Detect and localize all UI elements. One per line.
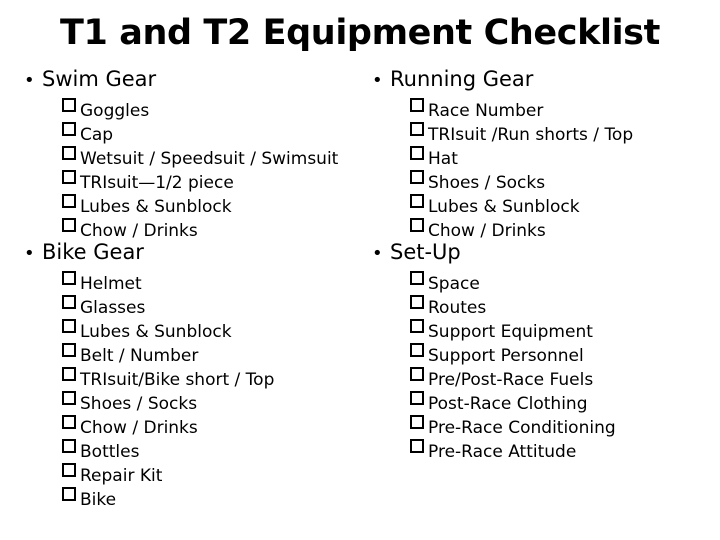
checkbox-icon[interactable] [410, 289, 426, 313]
checklist-item-label: Pre-Race Conditioning [428, 418, 616, 438]
checklist-item[interactable]: Repair Kit [18, 457, 358, 486]
checklist-item[interactable]: Support Equipment [366, 313, 716, 342]
checkbox-icon[interactable] [62, 481, 78, 505]
checkbox-icon[interactable] [410, 361, 426, 385]
checklist-item-label: Bike [80, 490, 117, 510]
checklist-item[interactable]: Race Number [366, 92, 716, 121]
checklist-item[interactable]: Lubes & Sunblock [18, 313, 358, 342]
checkbox-icon[interactable] [410, 92, 426, 116]
checklist-item-label: Cap [80, 125, 114, 145]
checkbox-icon[interactable] [410, 385, 426, 409]
checklist-item-label: Support Equipment [428, 322, 593, 342]
checklist: Space Routes Support Equipment Support Pers… [366, 265, 716, 462]
checklist-item-label: Pre/Post-Race Fuels [428, 370, 594, 390]
bullet-icon: • [24, 243, 35, 264]
checkbox-icon[interactable] [410, 337, 426, 361]
checklist-item[interactable]: Bike [18, 481, 358, 510]
checklist-item[interactable]: Helmet [18, 265, 358, 294]
checklist-item-label: Lubes & Sunblock [80, 322, 232, 342]
checklist-item-label: TRIsuit /Run shorts / Top [428, 125, 634, 145]
checkbox-icon[interactable] [410, 313, 426, 337]
section: • Running Gear Race Number TRIsuit /Run sho… [366, 66, 716, 241]
checklist-item[interactable]: Cap [18, 116, 358, 145]
section-heading: • Running Gear [366, 66, 716, 92]
checklist-item[interactable]: Routes [366, 289, 716, 318]
section: • Bike Gear Helmet Glasses Lubes & Sunblock B… [18, 239, 358, 510]
checklist-item-label: TRIsuit—1/2 piece [80, 173, 234, 193]
section-heading-label: Swim Gear [42, 67, 157, 91]
checkbox-icon[interactable] [410, 433, 426, 457]
checklist-item[interactable]: Shoes / Socks [366, 164, 716, 193]
checkbox-icon[interactable] [410, 188, 426, 212]
checklist-item[interactable]: Goggles [18, 92, 358, 121]
checklist-item-label: Shoes / Socks [80, 394, 198, 414]
checklist-item-label: Support Personnel [428, 346, 584, 366]
section: • Swim Gear Goggles Cap Wetsuit / Speedsuit … [18, 66, 358, 241]
checklist-item-label: Bottles [80, 442, 140, 462]
checklist-item-label: TRIsuit/Bike short / Top [80, 370, 275, 390]
checklist-item-label: Routes [428, 298, 487, 318]
checkbox-icon[interactable] [62, 361, 78, 385]
checkbox-icon[interactable] [62, 116, 78, 140]
checkbox-icon[interactable] [62, 337, 78, 361]
checklist-item-label: Post-Race Clothing [428, 394, 588, 414]
section-heading: • Swim Gear [18, 66, 358, 92]
checkbox-icon[interactable] [62, 385, 78, 409]
checkbox-icon[interactable] [410, 409, 426, 433]
checkbox-icon[interactable] [62, 188, 78, 212]
column-left: • Swim Gear Goggles Cap Wetsuit / Speedsuit … [18, 64, 358, 510]
checklist-item-label: Lubes & Sunblock [80, 197, 232, 217]
checkbox-icon[interactable] [62, 164, 78, 188]
section-heading-label: Running Gear [390, 67, 534, 91]
section-heading-label: Bike Gear [42, 240, 144, 264]
checklist-item-label: Chow / Drinks [80, 418, 198, 438]
checklist-item-label: Belt / Number [80, 346, 199, 366]
section: • Set-Up Space Routes Support Equipment Suppo… [366, 239, 716, 462]
content-columns: • Swim Gear Goggles Cap Wetsuit / Speedsuit … [0, 64, 720, 534]
checkbox-icon[interactable] [62, 212, 78, 236]
checklist-item-label: Shoes / Socks [428, 173, 546, 193]
checkbox-icon[interactable] [410, 140, 426, 164]
checkbox-icon[interactable] [410, 265, 426, 289]
checklist-item-label: Repair Kit [80, 466, 163, 486]
checkbox-icon[interactable] [410, 164, 426, 188]
checkbox-icon[interactable] [62, 265, 78, 289]
checkbox-icon[interactable] [62, 409, 78, 433]
column-right: • Running Gear Race Number TRIsuit /Run sho… [366, 64, 716, 462]
checkbox-icon[interactable] [62, 92, 78, 116]
checklist: Goggles Cap Wetsuit / Speedsuit / Swimsuit… [18, 92, 358, 241]
checklist: Race Number TRIsuit /Run shorts / Top Hat S… [366, 92, 716, 241]
checkbox-icon[interactable] [62, 457, 78, 481]
page-title: T1 and T2 Equipment Checklist [60, 13, 660, 53]
section-heading-label: Set-Up [390, 240, 461, 264]
checklist-item[interactable]: Glasses [18, 289, 358, 318]
checkbox-icon[interactable] [410, 116, 426, 140]
bullet-icon: • [372, 70, 383, 91]
checklist-item[interactable]: Space [366, 265, 716, 294]
checklist: Helmet Glasses Lubes & Sunblock Belt / Numb… [18, 265, 358, 510]
bullet-icon: • [372, 243, 383, 264]
checkbox-icon[interactable] [62, 140, 78, 164]
checklist-item[interactable]: Wetsuit / Speedsuit / Swimsuit [18, 140, 358, 169]
slide: T1 and T2 Equipment Checklist • Swim Gear… [0, 0, 720, 540]
checklist-item-label: Wetsuit / Speedsuit / Swimsuit [80, 149, 339, 169]
checkbox-icon[interactable] [62, 289, 78, 313]
checkbox-icon[interactable] [62, 433, 78, 457]
checklist-item-label: Pre-Race Attitude [428, 442, 577, 462]
checkbox-icon[interactable] [62, 313, 78, 337]
checkbox-icon[interactable] [410, 212, 426, 236]
checklist-item-label: Space [428, 274, 480, 294]
checklist-item-label: Hat [428, 149, 458, 169]
checklist-item-label: Goggles [80, 101, 150, 121]
checklist-item-label: Glasses [80, 298, 146, 318]
checklist-item-label: Lubes & Sunblock [428, 197, 580, 217]
bullet-icon: • [24, 70, 35, 91]
checklist-item-label: Race Number [428, 101, 544, 121]
checklist-item-label: Helmet [80, 274, 142, 294]
